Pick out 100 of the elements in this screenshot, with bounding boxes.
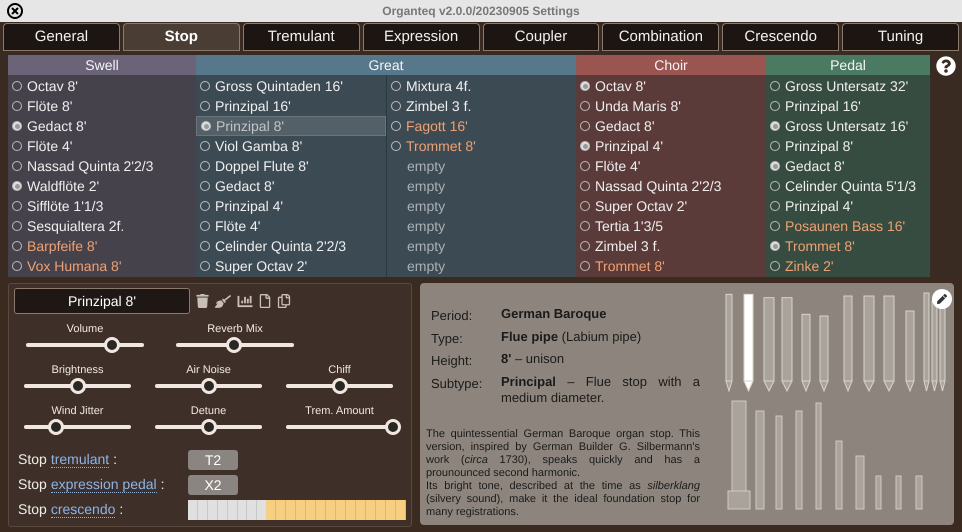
slider-thumb[interactable] [48,419,64,435]
stop-item[interactable]: Flöte 8' [8,96,196,116]
stop-item[interactable]: Prinzipal 8' [196,116,386,136]
edit-icon[interactable] [932,289,952,309]
radio-button[interactable] [580,181,590,191]
tab[interactable]: Tremulant [242,23,360,51]
radio-button[interactable] [580,161,590,171]
stop-item[interactable]: Trommet 8' [576,256,766,276]
stop-item[interactable]: Nassad Quinta 2'2/3 [8,156,196,176]
copy-icon[interactable] [259,294,271,308]
radio-button[interactable] [580,221,590,231]
stop-item[interactable]: Tertia 1'3/5 [576,216,766,236]
assignment-button[interactable]: X2 [188,474,238,494]
stop-item[interactable]: Unda Maris 8' [576,96,766,116]
stop-item[interactable]: Gedact 8' [8,116,196,136]
slider-thumb[interactable] [200,378,216,394]
radio-button[interactable] [770,141,780,151]
stop-item[interactable]: Trommet 8' [766,236,930,256]
tab[interactable]: Combination [602,23,720,51]
slider-thumb[interactable] [385,419,401,435]
paste-icon[interactable] [277,294,291,308]
stop-item[interactable]: Celinder Quinta 5'1/3 [766,176,930,196]
stop-item[interactable]: Gedact 8' [196,176,386,196]
slider-thumb[interactable] [226,337,242,353]
radio-button[interactable] [200,221,210,231]
radio-button[interactable] [200,141,210,151]
assignment-button[interactable]: T2 [188,450,238,470]
radio-button[interactable] [200,241,210,251]
radio-button[interactable] [391,121,401,131]
tab[interactable]: General [3,23,120,51]
assignment-link[interactable]: tremulant [50,451,110,468]
radio-button[interactable] [200,161,210,171]
help-icon[interactable] [936,56,956,76]
tab[interactable]: Expression [362,23,480,51]
radio-button[interactable] [200,201,210,211]
radio-button[interactable] [770,101,780,111]
radio-button[interactable] [12,181,22,191]
stop-item[interactable]: Trommet 8' [387,136,576,156]
bar-chart-icon[interactable] [237,294,253,308]
stop-item[interactable]: Mixtura 4f. [387,76,576,96]
radio-button[interactable] [770,81,780,91]
stop-item[interactable]: Posaunen Bass 16' [766,216,930,236]
radio-button[interactable] [200,101,210,111]
stop-item[interactable]: Flöte 4' [8,136,196,156]
radio-button[interactable] [12,101,22,111]
stop-item[interactable]: Viol Gamba 8' [196,136,386,156]
slider-thumb[interactable] [200,419,216,435]
stop-item[interactable]: Super Octav 2' [196,256,386,276]
radio-button[interactable] [391,141,401,151]
stop-item[interactable]: Octav 8' [576,76,766,96]
radio-button[interactable] [770,221,780,231]
radio-button[interactable] [580,81,590,91]
stop-item[interactable]: Prinzipal 4' [766,196,930,216]
tab[interactable]: Coupler [482,23,600,51]
radio-button[interactable] [200,181,210,191]
stop-item[interactable]: Barpfeife 8' [8,236,196,256]
radio-button[interactable] [12,141,22,151]
radio-button[interactable] [200,81,210,91]
radio-button[interactable] [580,241,590,251]
radio-button[interactable] [12,81,22,91]
radio-button[interactable] [580,101,590,111]
radio-button[interactable] [12,221,22,231]
broom-icon[interactable] [215,294,231,308]
tab[interactable]: Crescendo [722,23,840,51]
stop-item[interactable]: Gross Untersatz 32' [766,76,930,96]
radio-button[interactable] [12,121,22,131]
stop-item[interactable]: Prinzipal 16' [196,96,386,116]
radio-button[interactable] [580,201,590,211]
stop-item[interactable]: Gross Quintaden 16' [196,76,386,96]
radio-button[interactable] [12,161,22,171]
radio-button[interactable] [201,121,211,131]
radio-button[interactable] [391,101,401,111]
stop-item[interactable]: Gross Untersatz 16' [766,116,930,136]
stop-item[interactable]: Flöte 4' [576,156,766,176]
assignment-link[interactable]: expression pedal [50,476,157,493]
stop-item[interactable]: Fagott 16' [387,116,576,136]
stop-item[interactable]: Doppel Flute 8' [196,156,386,176]
stop-item[interactable]: Zimbel 3 f. [576,236,766,256]
radio-button[interactable] [770,261,780,271]
crescendo-bar[interactable] [188,500,406,520]
stop-name-field[interactable]: Prinzipal 8' [14,288,190,314]
radio-button[interactable] [770,181,780,191]
stop-item[interactable]: Gedact 8' [576,116,766,136]
stop-item[interactable]: Zinke 2' [766,256,930,276]
close-icon[interactable] [7,3,23,19]
stop-item[interactable]: Sesquialtera 2f. [8,216,196,236]
radio-button[interactable] [580,261,590,271]
stop-item[interactable]: Prinzipal 8' [766,136,930,156]
assignment-link[interactable]: crescendo [50,501,116,518]
stop-item[interactable]: Sifflöte 1'1/3 [8,196,196,216]
tab[interactable]: Tuning [842,23,959,51]
stop-item[interactable]: Waldflöte 2' [8,176,196,196]
stop-item[interactable]: Octav 8' [8,76,196,96]
tab[interactable]: Stop [122,23,240,51]
radio-button[interactable] [12,241,22,251]
radio-button[interactable] [12,261,22,271]
slider-thumb[interactable] [332,378,348,394]
radio-button[interactable] [12,201,22,211]
stop-item[interactable]: Celinder Quinta 2'2/3 [196,236,386,256]
radio-button[interactable] [770,121,780,131]
